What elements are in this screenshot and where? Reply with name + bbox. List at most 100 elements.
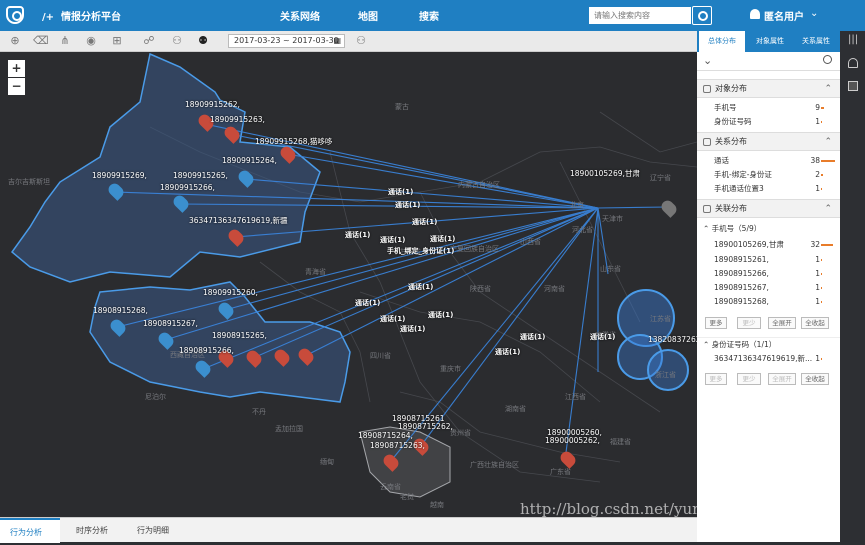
node-label[interactable]: 13820837262, xyxy=(648,335,697,344)
list-item[interactable]: 36347136347619619,新... 1 xyxy=(697,352,840,365)
search-input[interactable] xyxy=(589,7,691,24)
edge-label[interactable]: 通话(1) xyxy=(412,217,437,227)
count-bar xyxy=(821,273,822,275)
hierarchy-icon[interactable]: ⊞ xyxy=(110,34,124,48)
group-icon[interactable]: ⚇ xyxy=(170,34,184,48)
tab-object-props[interactable]: 对象属性 xyxy=(747,31,793,52)
collapse-all-button[interactable]: 全收起 xyxy=(801,317,829,329)
item-name: 18908915267, xyxy=(714,283,769,292)
list-item[interactable]: 身份证号码 1 xyxy=(697,115,840,128)
list-item[interactable]: 18900105269,甘肃 32 xyxy=(697,238,840,251)
collapse-all-button[interactable]: 全收起 xyxy=(801,373,829,385)
edge-label[interactable]: 通话(1) xyxy=(520,332,545,342)
chevron-up-icon[interactable]: ⌃ xyxy=(824,80,832,98)
list-item[interactable]: 18908915268, 1 xyxy=(697,295,840,308)
list-item[interactable]: 手机号 9 xyxy=(697,101,840,114)
edge-label[interactable]: 通话(1) xyxy=(495,347,520,357)
person-settings-icon[interactable] xyxy=(848,58,858,68)
place-label: 江西省 xyxy=(565,393,586,401)
edge-label[interactable]: 手机_绑定_身份证(1) xyxy=(387,246,454,256)
node-label[interactable]: 18908715262, xyxy=(398,422,453,431)
node-label[interactable]: 18908915268, xyxy=(93,306,148,315)
expand-all-button[interactable]: 全展开 xyxy=(768,317,796,329)
tab-behavior-detail[interactable]: 行为明细 xyxy=(127,518,179,543)
node-label[interactable]: 36347136347619619,新疆 xyxy=(189,215,288,226)
edge-label[interactable]: 通话(1) xyxy=(388,187,413,197)
list-item[interactable]: 18908915267, 1 xyxy=(697,281,840,294)
node-label[interactable]: 18909915269, xyxy=(92,171,147,180)
target-icon[interactable]: ◉ xyxy=(84,34,98,48)
date-range-picker[interactable]: 2017-03-23 ~ 2017-03-30 ▦ xyxy=(228,34,345,48)
sidebar-controls: ⌄ xyxy=(697,52,840,71)
edge-label[interactable]: 通话(1) xyxy=(590,332,615,342)
search-icon[interactable] xyxy=(823,55,832,64)
less-button[interactable]: 更少 xyxy=(737,373,761,385)
network-icon[interactable]: ⋔ xyxy=(58,34,72,48)
search-button[interactable] xyxy=(692,6,712,25)
place-label: 贵州省 xyxy=(450,429,471,437)
node-label[interactable]: 18909915268,猫哆哆 xyxy=(255,136,332,147)
app-title-text: 情报分析平台 xyxy=(61,12,121,23)
tab-timeline-analysis[interactable]: 时序分析 xyxy=(66,518,118,543)
group-header[interactable]: ⌃ 身份证号码（1/1） xyxy=(697,337,840,350)
group-header[interactable]: ⌃ 手机号（5/9） xyxy=(697,222,840,235)
section-object-distribution[interactable]: 对象分布 ⌃ xyxy=(697,79,840,98)
add-node-icon[interactable]: ⊕ xyxy=(8,34,22,48)
section-relation-distribution[interactable]: 关系分布 ⌃ xyxy=(697,132,840,151)
node-label[interactable]: 18900105269,甘肃 xyxy=(570,168,640,179)
user-name[interactable]: 匿名用户 xyxy=(764,8,804,23)
node-label[interactable]: 18908915266, xyxy=(179,346,234,355)
edge-label[interactable]: 通话(1) xyxy=(408,282,433,292)
edge-label[interactable]: 通话(1) xyxy=(428,310,453,320)
section-link-distribution[interactable]: 关联分布 ⌃ xyxy=(697,199,840,218)
item-name: 通话 xyxy=(714,156,729,165)
node-label[interactable]: 18909915262, xyxy=(185,100,240,109)
tab-behavior-analysis[interactable]: 行为分析 xyxy=(0,518,60,543)
more-button[interactable]: 更多 xyxy=(705,373,727,385)
collapse-all-icon[interactable]: ⌄ xyxy=(703,54,712,67)
node-label[interactable]: 18908915267, xyxy=(143,319,198,328)
nav-map[interactable]: 地图 xyxy=(358,8,378,23)
edge-label[interactable]: 通话(1) xyxy=(380,314,405,324)
eraser-icon[interactable]: ⌫ xyxy=(33,34,49,48)
zoom-out-button[interactable]: − xyxy=(8,78,25,95)
edge-label[interactable]: 通话(1) xyxy=(395,200,420,210)
users-icon[interactable]: ☍ xyxy=(142,34,156,48)
less-button[interactable]: 更少 xyxy=(737,317,761,329)
node-label[interactable]: 18908915265, xyxy=(212,331,267,340)
list-item[interactable]: 通话 38 xyxy=(697,154,840,167)
node-label[interactable]: 18900005262, xyxy=(545,436,600,445)
node-label[interactable]: 18909915265, xyxy=(173,171,228,180)
list-item[interactable]: 手机-绑定-身份证 2 xyxy=(697,168,840,181)
edge-label[interactable]: 通话(1) xyxy=(380,235,405,245)
chevron-down-icon[interactable]: ⌄ xyxy=(810,8,818,19)
columns-icon[interactable]: ||| xyxy=(848,35,858,45)
list-item[interactable]: 手机通话位置3 1 xyxy=(697,182,840,195)
edge-label[interactable]: 通话(1) xyxy=(430,234,455,244)
nav-relation-network[interactable]: 关系网络 xyxy=(280,8,320,23)
group-active-icon[interactable]: ⚉ xyxy=(196,34,210,48)
node-label[interactable]: 18909915264, xyxy=(222,156,277,165)
edge-label[interactable]: 通话(1) xyxy=(400,324,425,334)
tab-overall[interactable]: 总体分布 xyxy=(699,31,745,52)
more-button[interactable]: 更多 xyxy=(705,317,727,329)
chevron-up-icon[interactable]: ⌃ xyxy=(824,200,832,218)
list-item[interactable]: 18908915266, 1 xyxy=(697,267,840,280)
person-filter-icon[interactable]: ⚇ xyxy=(354,34,368,48)
chevron-up-icon[interactable]: ⌃ xyxy=(824,133,832,151)
node-label[interactable]: 18909915260, xyxy=(203,288,258,297)
expand-all-button[interactable]: 全展开 xyxy=(768,373,796,385)
node-label[interactable]: 18908715264, xyxy=(358,431,413,440)
node-label[interactable]: 18909915266, xyxy=(160,183,215,192)
edge-label[interactable]: 通话(1) xyxy=(355,298,380,308)
cube-icon xyxy=(703,205,711,213)
panel-icon[interactable] xyxy=(848,81,858,91)
edge-label[interactable]: 通话(1) xyxy=(345,230,370,240)
node-label[interactable]: 18909915263, xyxy=(210,115,265,124)
nav-search[interactable]: 搜索 xyxy=(419,8,439,23)
tab-relation-props[interactable]: 关系属性 xyxy=(793,31,839,52)
map-canvas[interactable]: + − 吉尔吉斯斯坦 蒙古 内蒙古自治区 辽宁省 北京 天津市 河北省 山西省 … xyxy=(0,52,697,517)
node-label[interactable]: 18908715263, xyxy=(370,441,425,450)
zoom-in-button[interactable]: + xyxy=(8,60,25,77)
list-item[interactable]: 18908915261, 1 xyxy=(697,253,840,266)
